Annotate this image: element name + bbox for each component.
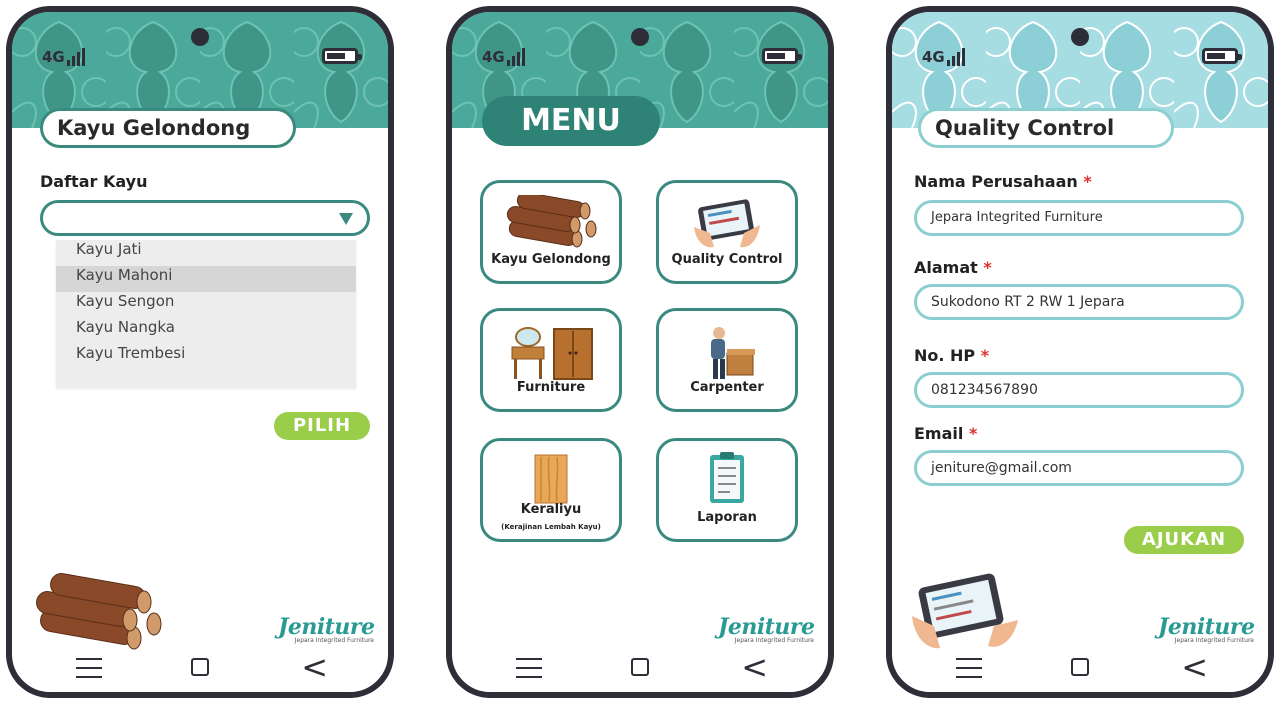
menu-icon[interactable]: [76, 658, 102, 678]
status-bar: 4G: [892, 42, 1268, 66]
back-icon[interactable]: <: [1181, 651, 1208, 683]
bottom-nav: <: [892, 644, 1268, 692]
field-label-email: Email *: [914, 424, 977, 443]
ajukan-button[interactable]: AJUKAN: [1124, 526, 1244, 554]
page-title: Quality Control: [918, 108, 1174, 148]
menu-card-laporan[interactable]: Laporan: [656, 438, 798, 542]
battery-icon: [1202, 48, 1242, 64]
required-mark: *: [968, 424, 978, 443]
carpenter-icon: [711, 327, 755, 379]
dropdown-option[interactable]: Kayu Jati: [56, 240, 356, 266]
menu-card-label: Laporan: [697, 510, 757, 525]
furniture-icon: [511, 327, 593, 380]
network-label: 4G: [482, 48, 505, 66]
menu-card-label: Quality Control: [671, 252, 783, 267]
dropdown-option-highlighted[interactable]: Kayu Mahoni: [56, 266, 356, 292]
jeniture-logo: Jeniture Jepara Integrited Furniture: [278, 614, 375, 644]
menu-card-label: Furniture: [516, 380, 586, 395]
battery-icon: [762, 48, 802, 64]
menu-icon[interactable]: [516, 658, 542, 678]
menu-card-sublabel: (Kerajinan Lembah Kayu): [501, 523, 601, 531]
wood-select[interactable]: [40, 200, 370, 236]
menu-card-kayu-gelondong[interactable]: Kayu Gelondong: [480, 180, 622, 284]
back-icon[interactable]: <: [301, 651, 328, 683]
home-icon[interactable]: [631, 658, 649, 676]
back-icon[interactable]: <: [741, 651, 768, 683]
required-mark: *: [980, 346, 990, 365]
field-label-alamat: Alamat *: [914, 258, 992, 277]
bottom-nav: <: [452, 644, 828, 692]
pilih-button[interactable]: PILIH: [274, 412, 370, 440]
jeniture-logo: Jeniture Jepara Integrited Furniture: [718, 614, 815, 644]
log-pile-icon: [36, 573, 162, 650]
label-text: Nama Perusahaan: [914, 172, 1078, 191]
menu-card-furniture[interactable]: Furniture: [480, 308, 622, 412]
menu-icon[interactable]: [956, 658, 982, 678]
status-bar: 4G: [452, 42, 828, 66]
menu-card-keraliyu[interactable]: Keraliyu (Kerajinan Lembah Kayu): [480, 438, 622, 542]
signal-icon: [506, 48, 525, 66]
alamat-input[interactable]: Sukodono RT 2 RW 1 Jepara: [914, 284, 1244, 320]
tablet-checklist-icon: [912, 573, 1018, 649]
network-label: 4G: [42, 48, 65, 66]
field-label-no-hp: No. HP *: [914, 346, 989, 365]
tablet-checklist-icon: [694, 199, 760, 248]
no-hp-input[interactable]: 081234567890: [914, 372, 1244, 408]
signal-icon: [946, 48, 965, 66]
nama-perusahaan-input[interactable]: Jepara Integrited Furniture: [914, 200, 1244, 236]
label-text: Email: [914, 424, 964, 443]
phone-quality-control: 4G Quality Control Nama Perusahaan * Jep…: [886, 6, 1274, 698]
bottom-nav: <: [12, 644, 388, 692]
signal-icon: [66, 48, 85, 66]
log-pile-icon: [506, 195, 597, 248]
menu-card-label: Carpenter: [690, 380, 764, 395]
list-label: Daftar Kayu: [40, 172, 148, 191]
field-label-nama-perusahaan: Nama Perusahaan *: [914, 172, 1092, 191]
menu-card-quality-control[interactable]: Quality Control: [656, 180, 798, 284]
dropdown-option[interactable]: Kayu Nangka: [56, 318, 356, 344]
required-mark: *: [1083, 172, 1092, 191]
network-indicator: 4G: [922, 48, 965, 66]
dropdown-option[interactable]: Kayu Trembesi: [56, 344, 356, 370]
phone-kayu-gelondong: 4G Kayu Gelondong Daftar Kayu Kayu Jati …: [6, 6, 394, 698]
dropdown-option[interactable]: Kayu Sengon: [56, 292, 356, 318]
required-mark: *: [983, 258, 992, 277]
clipboard-report-icon: [710, 452, 744, 503]
dropdown-arrow-icon[interactable]: [339, 213, 353, 225]
home-icon[interactable]: [191, 658, 209, 676]
email-input[interactable]: jeniture@gmail.com: [914, 450, 1244, 486]
label-text: No. HP: [914, 346, 976, 365]
network-indicator: 4G: [42, 48, 85, 66]
status-bar: 4G: [12, 42, 388, 66]
label-text: Alamat: [914, 258, 978, 277]
menu-card-carpenter[interactable]: Carpenter: [656, 308, 798, 412]
wood-dropdown-list: Kayu Jati Kayu Mahoni Kayu Sengon Kayu N…: [56, 240, 356, 388]
network-indicator: 4G: [482, 48, 525, 66]
home-icon[interactable]: [1071, 658, 1089, 676]
wood-block-icon: [534, 454, 568, 504]
jeniture-logo: Jeniture Jepara Integrited Furniture: [1158, 614, 1255, 644]
menu-card-label: Kayu Gelondong: [491, 252, 611, 267]
page-title: Kayu Gelondong: [40, 108, 296, 148]
network-label: 4G: [922, 48, 945, 66]
battery-icon: [322, 48, 362, 64]
phone-menu: 4G MENU Kayu Gelondong Quality Control F…: [446, 6, 834, 698]
menu-title: MENU: [482, 96, 660, 146]
menu-card-label: Keraliyu: [520, 502, 582, 517]
